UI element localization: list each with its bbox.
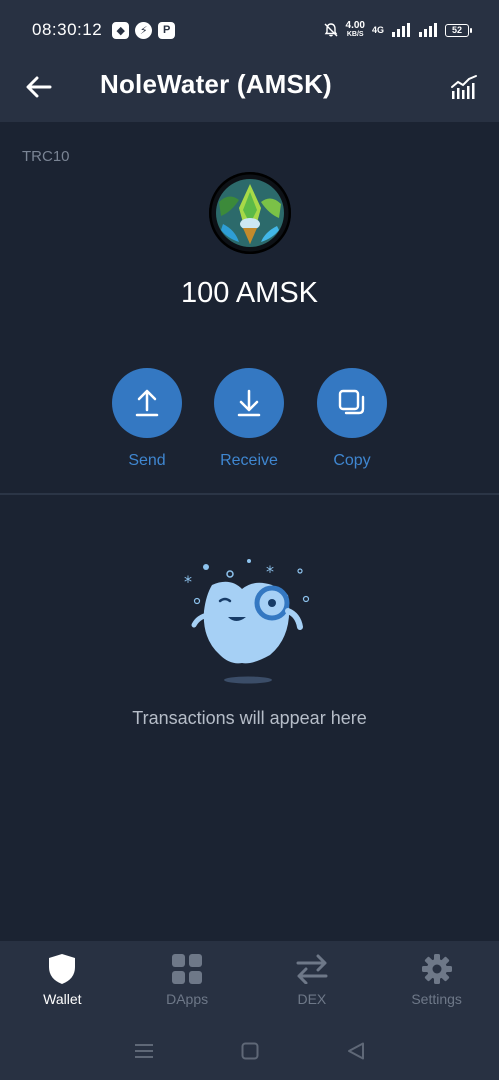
copy-icon	[338, 389, 365, 415]
copy-button[interactable]: Copy	[302, 368, 402, 470]
token-logo-image	[209, 172, 291, 254]
recents-menu-icon[interactable]	[134, 1043, 154, 1059]
app-header: NoleWater (AMSK)	[0, 60, 499, 122]
nav-label-dex: DEX	[297, 991, 327, 1007]
receive-label: Receive	[220, 452, 278, 469]
status-time: 08:30:12	[32, 20, 103, 39]
empty-transactions-message: Transactions will appear here	[132, 708, 367, 728]
receive-button[interactable]: Receive	[199, 368, 299, 470]
grid-icon	[172, 954, 203, 984]
svg-text:*: *	[184, 572, 192, 591]
copy-circle[interactable]	[317, 368, 387, 438]
system-navigation-bar	[0, 1021, 499, 1080]
back-button[interactable]	[22, 70, 56, 104]
mute-bell-icon	[324, 23, 338, 37]
bottom-nav: Wallet DApps DEX Settings	[0, 941, 499, 1021]
nav-label-settings: Settings	[411, 991, 462, 1007]
section-divider	[0, 493, 499, 495]
nav-label-dapps: DApps	[166, 991, 209, 1007]
copy-label: Copy	[333, 452, 371, 469]
action-buttons: Send Receive Copy	[0, 368, 499, 478]
status-bar: 08:30:12 ◆ ⚡ P 4.00 KB/S 4G 52	[0, 0, 499, 60]
shield-icon	[49, 954, 76, 984]
svg-text:*: *	[266, 562, 274, 581]
chart-icon	[451, 75, 477, 99]
nav-item-wallet[interactable]: Wallet	[0, 941, 125, 1021]
back-triangle-icon[interactable]	[347, 1042, 365, 1060]
receive-circle[interactable]	[214, 368, 284, 438]
battery-icon: 52	[445, 23, 472, 37]
download-arrow-icon	[237, 389, 261, 417]
network-type: 4G	[371, 25, 384, 35]
send-circle[interactable]	[112, 368, 182, 438]
signal-icon-2	[419, 23, 437, 37]
network-speed: 4.00 KB/S	[345, 20, 365, 39]
price-chart-button[interactable]	[447, 70, 481, 104]
nav-item-settings[interactable]: Settings	[374, 941, 499, 1021]
nav-label-wallet: Wallet	[43, 991, 82, 1007]
home-square-icon[interactable]	[241, 1042, 259, 1060]
nav-item-dapps[interactable]: DApps	[125, 941, 250, 1021]
empty-state-illustration: * *	[180, 555, 320, 685]
signal-icon	[392, 23, 410, 37]
notification-icons: ◆ ⚡ P	[112, 21, 176, 39]
send-button[interactable]: Send	[97, 368, 197, 470]
page-title: NoleWater (AMSK)	[100, 69, 332, 99]
messenger-notification-icon: ⚡	[135, 21, 153, 39]
token-logo	[209, 172, 291, 254]
mascot-magnifier-icon: * *	[184, 559, 310, 684]
swap-arrows-icon	[296, 954, 328, 984]
p-app-notification-icon: P	[158, 21, 176, 39]
nav-item-dex[interactable]: DEX	[250, 941, 375, 1021]
binance-notification-icon: ◆	[112, 21, 130, 39]
token-balance: 100 AMSK	[180, 277, 319, 309]
send-label: Send	[128, 452, 166, 469]
arrow-left-icon	[26, 76, 52, 98]
upload-arrow-icon	[135, 389, 159, 417]
gear-icon	[421, 954, 452, 984]
token-type-label: TRC10	[22, 148, 70, 165]
